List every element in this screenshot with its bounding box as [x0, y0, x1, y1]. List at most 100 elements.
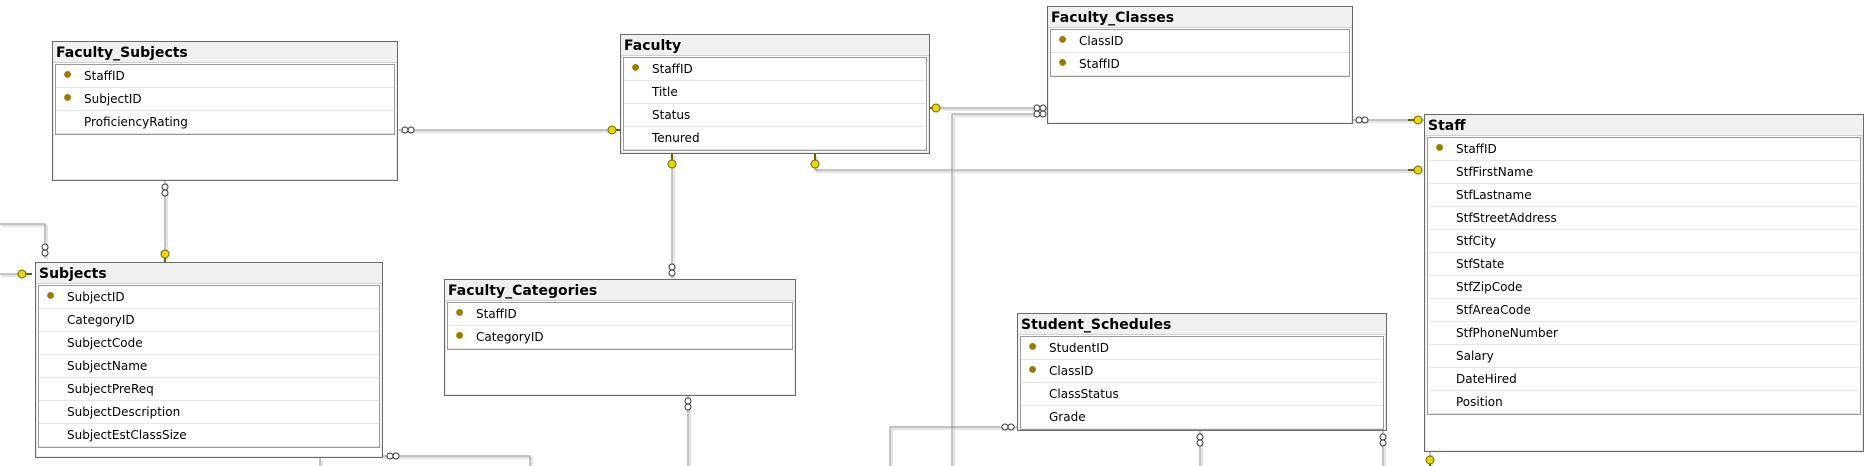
column-row[interactable]: StfPhoneNumber — [1428, 322, 1860, 345]
column-name: StaffID — [1456, 142, 1497, 156]
table-title[interactable]: Faculty_Classes — [1048, 7, 1352, 28]
column-row[interactable]: Title — [624, 81, 926, 104]
column-name: StaffID — [652, 62, 693, 76]
primary-key-icon: ⯃ — [1029, 343, 1037, 353]
column-row[interactable]: StfLastname — [1428, 184, 1860, 207]
table-title[interactable]: Staff — [1425, 115, 1863, 136]
column-list: ⯃ SubjectID CategoryID SubjectCode SubjectNa… — [38, 285, 380, 448]
column-name: StfPhoneNumber — [1456, 326, 1558, 340]
table-faculty-classes[interactable]: Faculty_Classes ⯃ ClassID ⯃ StaffID — [1047, 6, 1353, 124]
column-name: StfAreaCode — [1456, 303, 1531, 317]
key-connector-icon — [17, 269, 32, 279]
primary-key-icon: ⯃ — [456, 332, 464, 342]
column-row[interactable]: CategoryID — [39, 309, 379, 332]
column-row[interactable]: SubjectEstClassSize — [39, 424, 379, 447]
column-name: StfStreetAddress — [1456, 211, 1557, 225]
column-name: CategoryID — [476, 330, 544, 344]
column-name: StaffID — [84, 69, 125, 83]
column-row[interactable]: ClassStatus — [1021, 383, 1383, 406]
primary-key-icon: ⯃ — [64, 94, 72, 104]
relationship-line[interactable] — [814, 154, 1420, 171]
column-name: StaffID — [476, 307, 517, 321]
column-row[interactable]: SubjectDescription — [39, 401, 379, 424]
primary-key-icon: ⯃ — [47, 292, 55, 302]
column-row[interactable]: ⯃ StaffID — [1051, 53, 1349, 76]
column-name: SubjectEstClassSize — [67, 428, 187, 442]
column-row[interactable]: ⯃ StaffID — [624, 58, 926, 81]
primary-key-icon: ⯃ — [1436, 144, 1444, 154]
primary-key-icon: ⯃ — [456, 309, 464, 319]
column-name: Status — [652, 108, 691, 122]
column-list: ⯃ StaffID StfFirstName StfLastname StfStreet… — [1427, 137, 1861, 415]
column-row[interactable]: StfCity — [1428, 230, 1860, 253]
column-list: ⯃ StaffID ⯃ CategoryID — [447, 302, 793, 350]
column-row[interactable]: DateHired — [1428, 368, 1860, 391]
column-row[interactable]: SubjectCode — [39, 332, 379, 355]
column-row[interactable]: StfAreaCode — [1428, 299, 1860, 322]
column-list: ⯃ StudentID ⯃ ClassID ClassStatus Grade — [1020, 336, 1384, 430]
key-connector-icon — [810, 154, 820, 169]
column-name: ClassID — [1079, 34, 1124, 48]
column-row[interactable]: SubjectPreReq — [39, 378, 379, 401]
primary-key-icon: ⯃ — [1059, 59, 1067, 69]
table-faculty[interactable]: Faculty ⯃ StaffID Title Status Tenured — [620, 34, 930, 154]
column-row[interactable]: Salary — [1428, 345, 1860, 368]
relationship-line-shadow — [2, 225, 48, 260]
column-row[interactable]: Status — [624, 104, 926, 127]
key-connector-icon — [1408, 115, 1423, 125]
table-title[interactable]: Faculty_Subjects — [53, 42, 397, 63]
column-row[interactable]: StfZipCode — [1428, 276, 1860, 299]
column-row[interactable]: Grade — [1021, 406, 1383, 429]
column-name: DateHired — [1456, 372, 1517, 386]
column-row[interactable]: ⯃ StaffID — [448, 303, 792, 326]
key-connector-icon — [1425, 455, 1435, 466]
primary-key-icon: ⯃ — [1029, 366, 1037, 376]
relationship-line[interactable] — [0, 223, 46, 258]
primary-key-icon: ⯃ — [632, 64, 640, 74]
table-title[interactable]: Faculty — [621, 35, 929, 56]
column-name: SubjectName — [67, 359, 148, 373]
column-name: StfFirstName — [1456, 165, 1534, 179]
table-staff[interactable]: Staff ⯃ StaffID StfFirstName StfLastname Stf… — [1424, 114, 1864, 452]
column-row[interactable]: ⯃ CategoryID — [448, 326, 792, 349]
column-name: StfCity — [1456, 234, 1497, 248]
column-row[interactable]: StfState — [1428, 253, 1860, 276]
key-connector-icon — [1408, 165, 1423, 175]
column-row[interactable]: ⯃ SubjectID — [39, 286, 379, 309]
column-name: Grade — [1049, 410, 1086, 424]
column-name: StaffID — [1079, 57, 1120, 71]
column-row[interactable]: ⯃ ClassID — [1051, 30, 1349, 53]
column-name: SubjectDescription — [67, 405, 181, 419]
column-row[interactable]: Tenured — [624, 127, 926, 150]
column-name: Title — [652, 85, 678, 99]
column-row[interactable]: StfFirstName — [1428, 161, 1860, 184]
column-row[interactable]: ⯃ StudentID — [1021, 337, 1383, 360]
table-title[interactable]: Student_Schedules — [1018, 314, 1386, 335]
column-name: StfState — [1456, 257, 1505, 271]
table-faculty-categories[interactable]: Faculty_Categories ⯃ StaffID ⯃ CategoryID — [444, 279, 796, 396]
column-row[interactable]: ⯃ SubjectID — [56, 88, 394, 111]
column-row[interactable]: ⯃ StaffID — [56, 65, 394, 88]
column-list: ⯃ StaffID Title Status Tenured — [623, 57, 927, 151]
column-name: ClassStatus — [1049, 387, 1119, 401]
table-faculty-subjects[interactable]: Faculty_Subjects ⯃ StaffID ⯃ SubjectID Profi… — [52, 41, 398, 181]
column-row[interactable]: ProficiencyRating — [56, 111, 394, 134]
table-subjects[interactable]: Subjects ⯃ SubjectID CategoryID SubjectCode… — [35, 262, 383, 458]
relationship-line-shadow — [385, 457, 533, 466]
column-row[interactable]: SubjectName — [39, 355, 379, 378]
column-row[interactable]: ⯃ ClassID — [1021, 360, 1383, 383]
column-name: ProficiencyRating — [84, 115, 188, 129]
key-connector-icon — [667, 154, 677, 169]
column-name: Tenured — [652, 131, 700, 145]
column-list: ⯃ ClassID ⯃ StaffID — [1050, 29, 1350, 77]
column-row[interactable]: Position — [1428, 391, 1860, 414]
column-name: ClassID — [1049, 364, 1094, 378]
table-title[interactable]: Subjects — [36, 263, 382, 284]
column-row[interactable]: ⯃ StaffID — [1428, 138, 1860, 161]
table-student-schedules[interactable]: Student_Schedules ⯃ StudentID ⯃ ClassID Clas… — [1017, 313, 1387, 431]
table-title[interactable]: Faculty_Categories — [445, 280, 795, 301]
column-name: SubjectID — [67, 290, 125, 304]
column-row[interactable]: StfStreetAddress — [1428, 207, 1860, 230]
primary-key-icon: ⯃ — [1059, 36, 1067, 46]
column-name: SubjectCode — [67, 336, 143, 350]
